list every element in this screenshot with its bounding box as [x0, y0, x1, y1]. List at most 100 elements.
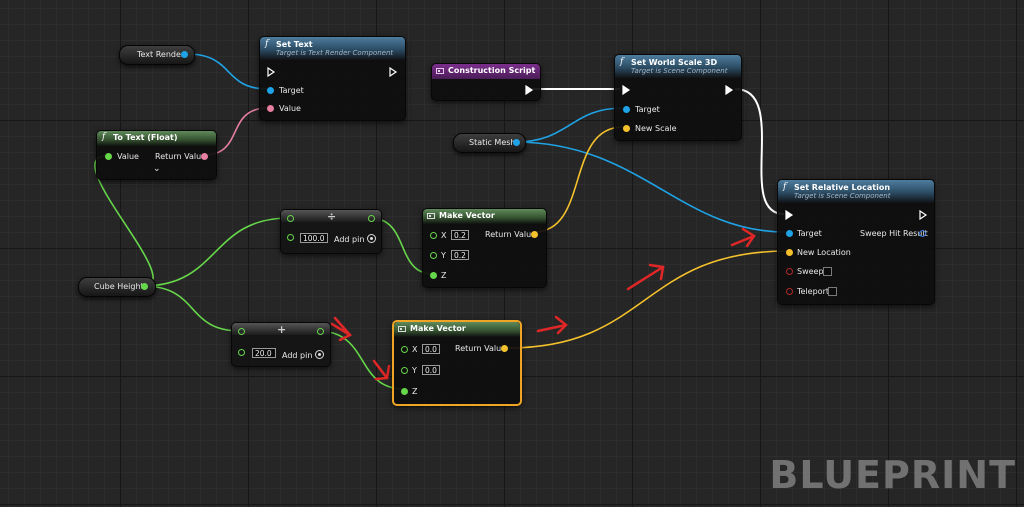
add-operator-icon: + — [277, 323, 287, 336]
x-label: X — [441, 231, 447, 240]
set-text-title: Set Text — [276, 40, 313, 49]
cube-height-variable-node[interactable]: Cube Height — [78, 277, 156, 297]
new-location-pin[interactable] — [786, 249, 793, 256]
to-text-title: To Text (Float) — [113, 133, 178, 142]
vector-wire-makevector1-to-setworldscale — [533, 126, 624, 233]
return-value-pin[interactable] — [501, 345, 508, 352]
new-location-label: New Location — [797, 248, 851, 257]
add-input-b-pin[interactable] — [238, 349, 245, 356]
float-wire-cubeheight-to-divide — [142, 217, 290, 287]
function-icon: f — [620, 57, 624, 67]
annotation-arrow-4 — [626, 263, 665, 291]
struct-icon — [427, 213, 435, 219]
cube-height-label: Cube Height — [94, 282, 144, 291]
value-label: Value — [279, 104, 301, 113]
divide-input-a-pin[interactable] — [287, 215, 294, 222]
exec-out-pin[interactable] — [919, 210, 928, 220]
set-relative-location-node[interactable]: f Set Relative Location Target is Scene … — [777, 179, 935, 305]
text-render-variable-node[interactable]: Text Render — [119, 45, 195, 65]
sweep-checkbox[interactable] — [823, 267, 832, 276]
sweep-hit-result-pin[interactable] — [919, 230, 926, 237]
annotation-arrow-2 — [372, 359, 391, 381]
blueprint-graph-canvas[interactable]: Text Render f Set Text Target is Text Re… — [0, 0, 1024, 507]
y-label: Y — [412, 366, 417, 375]
exec-in-pin[interactable] — [267, 67, 276, 77]
set-text-node[interactable]: f Set Text Target is Text Render Compone… — [259, 36, 406, 121]
make-vector-1-header: Make Vector — [423, 209, 546, 224]
set-world-scale-header: f Set World Scale 3D Target is Scene Com… — [615, 55, 741, 78]
exec-out-pin[interactable] — [525, 85, 534, 95]
add-pin-label: Add pin — [334, 235, 365, 244]
teleport-checkbox[interactable] — [828, 287, 837, 296]
divide-b-value-input[interactable]: 100.0 — [300, 233, 328, 243]
return-value-label: Return Value — [155, 152, 207, 161]
function-icon: f — [102, 132, 106, 142]
sweep-label: Sweep — [797, 267, 824, 276]
set-relative-location-subtitle: Target is Scene Component — [794, 192, 891, 200]
y-pin[interactable] — [401, 367, 408, 374]
construction-script-header: Construction Script — [432, 64, 540, 79]
return-value-pin[interactable] — [201, 153, 208, 160]
add-input-a-pin[interactable] — [238, 328, 245, 335]
value-pin[interactable] — [267, 105, 274, 112]
x-value-input[interactable]: 0.2 — [451, 230, 469, 240]
add-pin-label: Add pin — [282, 351, 313, 360]
set-relative-location-header: f Set Relative Location Target is Scene … — [778, 180, 934, 203]
exec-in-pin[interactable] — [785, 210, 794, 220]
exec-out-pin[interactable] — [389, 67, 398, 77]
x-value-input[interactable]: 0.0 — [422, 344, 440, 354]
expand-chevron-icon[interactable]: ⌄ — [153, 164, 161, 174]
static-mesh-variable-node[interactable]: Static Mesh — [453, 133, 526, 153]
sweep-pin[interactable] — [786, 268, 793, 275]
add-node[interactable]: + 20.0 Add pin — [231, 322, 331, 367]
set-world-scale-3d-node[interactable]: f Set World Scale 3D Target is Scene Com… — [614, 54, 742, 141]
value-input-pin[interactable] — [105, 153, 112, 160]
make-vector-node-1[interactable]: Make Vector X 0.2 Return Value Y 0.2 Z — [422, 208, 547, 288]
object-wire-staticmesh-to-setworldscale — [514, 107, 624, 143]
y-pin[interactable] — [430, 252, 437, 259]
divide-node[interactable]: ÷ 100.0 Add pin — [280, 209, 382, 254]
z-pin[interactable] — [401, 388, 408, 395]
z-label: Z — [441, 271, 447, 280]
text-render-output-pin[interactable] — [181, 51, 188, 58]
target-pin[interactable] — [623, 106, 630, 113]
y-value-input[interactable]: 0.0 — [422, 365, 440, 375]
cube-height-output-pin[interactable] — [141, 283, 148, 290]
text-render-label: Text Render — [137, 50, 185, 59]
x-label: X — [412, 345, 418, 354]
add-b-value-input[interactable]: 20.0 — [252, 348, 276, 358]
divide-input-b-pin[interactable] — [287, 234, 294, 241]
annotation-arrow-5 — [730, 227, 756, 248]
return-value-pin[interactable] — [531, 231, 538, 238]
target-pin[interactable] — [786, 230, 793, 237]
teleport-pin[interactable] — [786, 288, 793, 295]
divide-output-pin[interactable] — [368, 215, 375, 222]
return-value-label: Return Value — [485, 230, 537, 239]
make-vector-2-header: Make Vector — [394, 322, 520, 337]
x-pin[interactable] — [401, 346, 408, 353]
annotation-arrow-3 — [536, 315, 568, 335]
set-text-subtitle: Target is Text Render Component — [276, 49, 394, 57]
x-pin[interactable] — [430, 232, 437, 239]
vector-wire-makevector2-to-setrelativelocation — [506, 250, 789, 349]
function-icon: f — [265, 39, 269, 49]
construction-script-node[interactable]: Construction Script — [431, 63, 541, 101]
to-text-float-node[interactable]: f To Text (Float) Value Return Value ⌄ — [96, 130, 217, 180]
add-pin-plus-icon — [367, 234, 377, 243]
exec-in-pin[interactable] — [622, 85, 631, 95]
add-add-pin-button[interactable]: Add pin — [282, 350, 325, 360]
divide-add-pin-button[interactable]: Add pin — [334, 234, 377, 244]
z-pin[interactable] — [430, 272, 437, 279]
new-scale-pin[interactable] — [623, 125, 630, 132]
y-value-input[interactable]: 0.2 — [451, 250, 469, 260]
set-relative-location-title: Set Relative Location — [794, 183, 891, 192]
static-mesh-label: Static Mesh — [469, 138, 516, 147]
make-vector-node-2[interactable]: Make Vector X 0.0 Return Value Y 0.0 Z — [392, 320, 522, 406]
divide-operator-icon: ÷ — [327, 210, 337, 223]
target-label: Target — [279, 86, 304, 95]
to-text-header: f To Text (Float) — [97, 131, 216, 146]
static-mesh-output-pin[interactable] — [513, 139, 520, 146]
target-pin[interactable] — [267, 87, 274, 94]
add-output-pin[interactable] — [317, 328, 324, 335]
exec-out-pin[interactable] — [725, 85, 734, 95]
